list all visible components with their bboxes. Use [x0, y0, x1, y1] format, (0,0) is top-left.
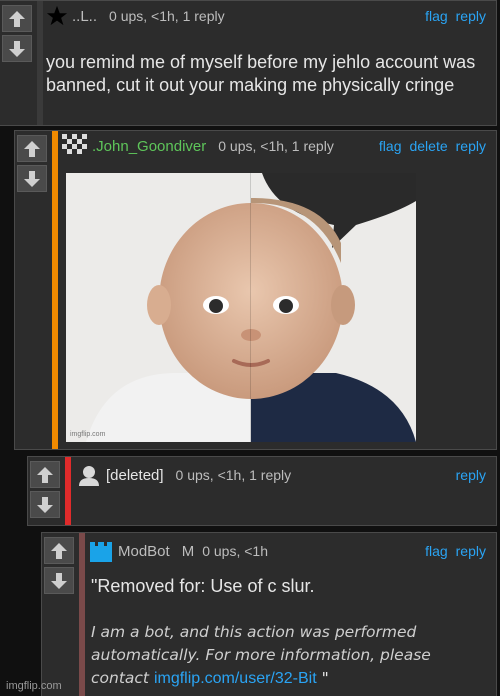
vote-controls — [30, 461, 62, 521]
comment-header: [deleted] 0 ups, <1h, 1 reply reply — [78, 460, 496, 490]
username[interactable]: ..L.. — [72, 8, 97, 25]
username[interactable]: .John_Goondiver — [92, 138, 206, 155]
reply-link[interactable]: reply — [456, 467, 486, 483]
vote-controls — [44, 537, 76, 597]
arrow-down-icon — [37, 496, 53, 513]
downvote-button[interactable] — [44, 567, 74, 594]
comment-2: .John_Goondiver 0 ups, <1h, 1 reply flag… — [14, 130, 497, 450]
comment-meta: 0 ups, <1h — [202, 543, 268, 559]
contact-link[interactable]: imgflip.com/user/32-Bit — [154, 670, 317, 687]
vote-controls — [2, 5, 34, 65]
comment-meta: 0 ups, <1h, 1 reply — [175, 467, 292, 483]
upvote-button[interactable] — [30, 461, 60, 488]
vote-controls — [17, 135, 49, 195]
reply-link[interactable]: reply — [456, 8, 486, 24]
delete-link[interactable]: delete — [409, 138, 447, 154]
meme-image[interactable]: imgflip.com — [66, 173, 416, 442]
downvote-button[interactable] — [30, 491, 60, 518]
arrow-down-icon — [9, 40, 25, 57]
imgflip-watermark: imgflip.com — [6, 680, 62, 692]
comment-1: ..L.. 0 ups, <1h, 1 reply flag reply you… — [0, 0, 497, 126]
castle-avatar-icon — [90, 542, 112, 562]
arrow-up-icon — [37, 466, 53, 483]
bot-note: I am a bot, and this action was performe… — [91, 621, 491, 690]
removed-notice: "Removed for: Use of c slur. — [91, 576, 315, 596]
image-watermark: imgflip.com — [70, 431, 106, 438]
upvote-button[interactable] — [17, 135, 47, 162]
checkered-avatar-icon — [62, 134, 90, 158]
downvote-button[interactable] — [17, 165, 47, 192]
upvote-button[interactable] — [2, 5, 32, 32]
comment-header: ..L.. 0 ups, <1h, 1 reply flag reply — [46, 1, 496, 31]
comment-header: ModBot M 0 ups, <1h flag reply — [88, 536, 496, 566]
arrow-down-icon — [24, 170, 40, 187]
reply-link[interactable]: reply — [456, 543, 486, 559]
closing-quote: " — [321, 669, 329, 687]
mod-badge: M — [181, 542, 195, 560]
comment-accent-bar — [37, 1, 43, 125]
baby-split-face-image — [66, 173, 416, 442]
arrow-down-icon — [51, 572, 67, 589]
comment-header: .John_Goondiver 0 ups, <1h, 1 reply flag… — [62, 131, 496, 161]
username: [deleted] — [106, 466, 164, 484]
flag-link[interactable]: flag — [425, 543, 448, 559]
comment-accent-bar — [79, 533, 85, 696]
upvote-button[interactable] — [44, 537, 74, 564]
arrow-up-icon — [24, 140, 40, 157]
comment-accent-bar — [65, 457, 71, 525]
comment-meta: 0 ups, <1h, 1 reply — [218, 138, 334, 154]
comment-body: you remind me of myself before my jehlo … — [46, 52, 476, 95]
arrow-up-icon — [9, 10, 25, 27]
user-placeholder-icon — [79, 466, 99, 486]
reply-link[interactable]: reply — [456, 138, 486, 154]
comment-4: ModBot M 0 ups, <1h flag reply "Removed … — [41, 532, 497, 696]
downvote-button[interactable] — [2, 35, 32, 62]
star-avatar-icon — [46, 5, 68, 26]
flag-link[interactable]: flag — [425, 8, 448, 24]
comment-meta: 0 ups, <1h, 1 reply — [109, 8, 225, 24]
comment-3: [deleted] 0 ups, <1h, 1 reply reply — [27, 456, 497, 526]
arrow-up-icon — [51, 542, 67, 559]
flag-link[interactable]: flag — [379, 138, 402, 154]
comment-accent-bar — [52, 131, 58, 449]
username[interactable]: ModBot — [118, 543, 170, 560]
